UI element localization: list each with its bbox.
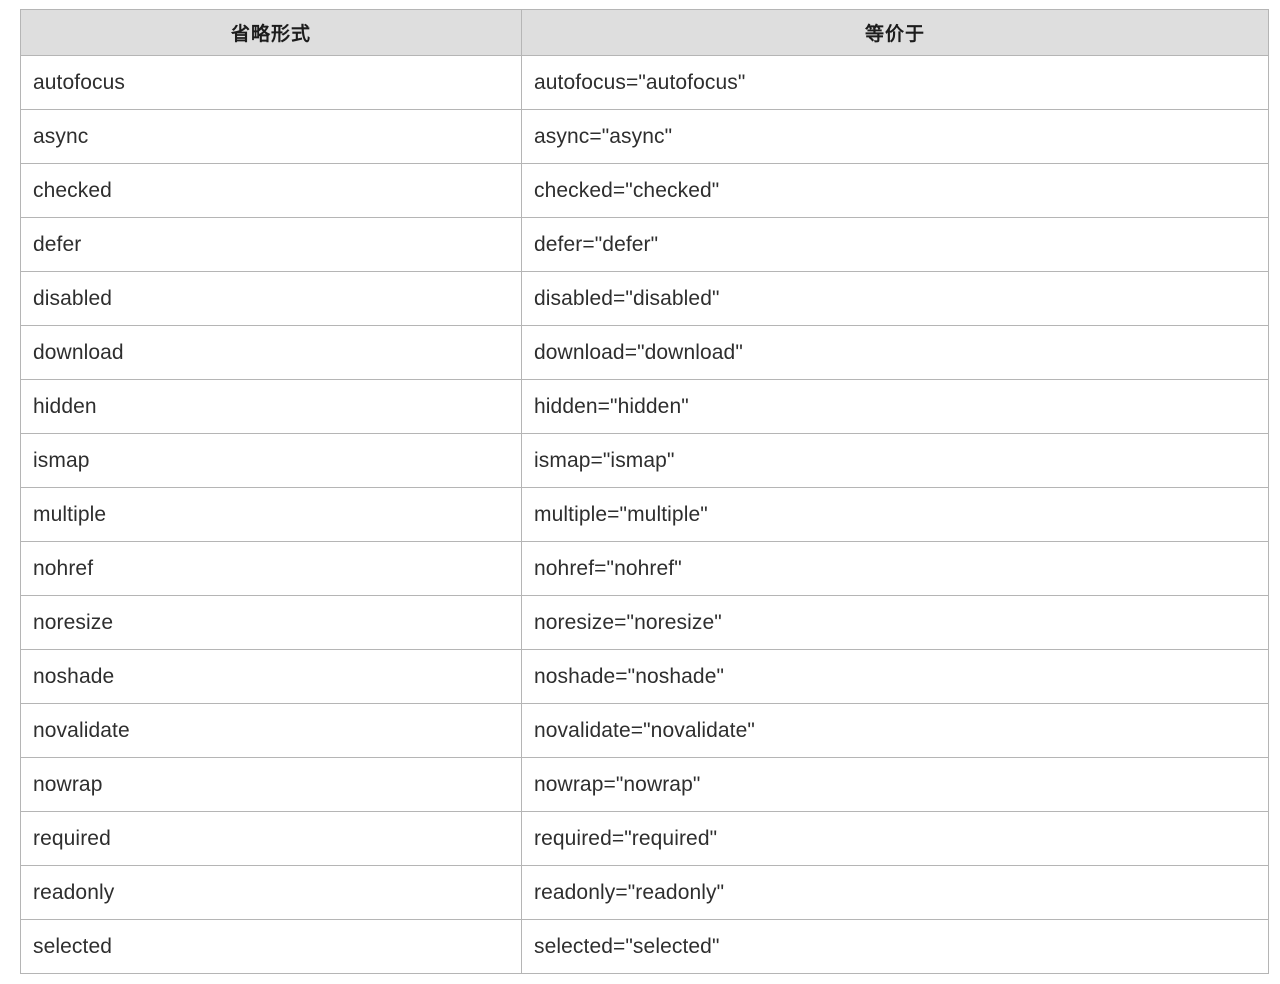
cell-equivalent: hidden="hidden" xyxy=(521,379,1269,434)
table-header-row: 省略形式 等价于 xyxy=(20,9,1269,56)
table-row: noresize noresize="noresize" xyxy=(20,595,1269,650)
cell-equivalent: noshade="noshade" xyxy=(521,649,1269,704)
cell-short-form: defer xyxy=(20,217,522,272)
cell-short-form: readonly xyxy=(20,865,522,920)
cell-short-form: ismap xyxy=(20,433,522,488)
cell-equivalent: download="download" xyxy=(521,325,1269,380)
cell-short-form: nowrap xyxy=(20,757,522,812)
table-row: checked checked="checked" xyxy=(20,163,1269,218)
table-row: nowrap nowrap="nowrap" xyxy=(20,757,1269,812)
column-header-equivalent: 等价于 xyxy=(521,9,1269,56)
table-row: required required="required" xyxy=(20,811,1269,866)
cell-equivalent: multiple="multiple" xyxy=(521,487,1269,542)
table-body: autofocus autofocus="autofocus" async async… xyxy=(20,55,1269,974)
table-row: readonly readonly="readonly" xyxy=(20,865,1269,920)
cell-short-form: selected xyxy=(20,919,522,974)
cell-equivalent: required="required" xyxy=(521,811,1269,866)
cell-equivalent: ismap="ismap" xyxy=(521,433,1269,488)
table-row: disabled disabled="disabled" xyxy=(20,271,1269,326)
cell-equivalent: noresize="noresize" xyxy=(521,595,1269,650)
cell-short-form: required xyxy=(20,811,522,866)
cell-short-form: noresize xyxy=(20,595,522,650)
cell-equivalent: async="async" xyxy=(521,109,1269,164)
cell-equivalent: selected="selected" xyxy=(521,919,1269,974)
cell-short-form: disabled xyxy=(20,271,522,326)
attribute-table-container: 省略形式 等价于 autofocus autofocus="autofocus" a… xyxy=(20,9,1269,974)
cell-equivalent: readonly="readonly" xyxy=(521,865,1269,920)
table-row: defer defer="defer" xyxy=(20,217,1269,272)
cell-short-form: checked xyxy=(20,163,522,218)
cell-equivalent: nowrap="nowrap" xyxy=(521,757,1269,812)
boolean-attribute-table: 省略形式 等价于 autofocus autofocus="autofocus" a… xyxy=(20,9,1269,974)
cell-equivalent: checked="checked" xyxy=(521,163,1269,218)
table-row: async async="async" xyxy=(20,109,1269,164)
table-header: 省略形式 等价于 xyxy=(20,9,1269,56)
table-row: noshade noshade="noshade" xyxy=(20,649,1269,704)
table-row: download download="download" xyxy=(20,325,1269,380)
cell-equivalent: novalidate="novalidate" xyxy=(521,703,1269,758)
table-row: ismap ismap="ismap" xyxy=(20,433,1269,488)
page-root: 省略形式 等价于 autofocus autofocus="autofocus" a… xyxy=(0,0,1280,984)
table-row: autofocus autofocus="autofocus" xyxy=(20,55,1269,110)
table-row: novalidate novalidate="novalidate" xyxy=(20,703,1269,758)
cell-short-form: multiple xyxy=(20,487,522,542)
table-row: nohref nohref="nohref" xyxy=(20,541,1269,596)
cell-short-form: download xyxy=(20,325,522,380)
cell-equivalent: disabled="disabled" xyxy=(521,271,1269,326)
table-row: multiple multiple="multiple" xyxy=(20,487,1269,542)
cell-short-form: hidden xyxy=(20,379,522,434)
cell-equivalent: defer="defer" xyxy=(521,217,1269,272)
cell-equivalent: nohref="nohref" xyxy=(521,541,1269,596)
cell-short-form: nohref xyxy=(20,541,522,596)
table-row: hidden hidden="hidden" xyxy=(20,379,1269,434)
column-header-short-form: 省略形式 xyxy=(20,9,522,56)
table-row: selected selected="selected" xyxy=(20,919,1269,974)
cell-short-form: async xyxy=(20,109,522,164)
cell-short-form: novalidate xyxy=(20,703,522,758)
cell-equivalent: autofocus="autofocus" xyxy=(521,55,1269,110)
cell-short-form: autofocus xyxy=(20,55,522,110)
cell-short-form: noshade xyxy=(20,649,522,704)
